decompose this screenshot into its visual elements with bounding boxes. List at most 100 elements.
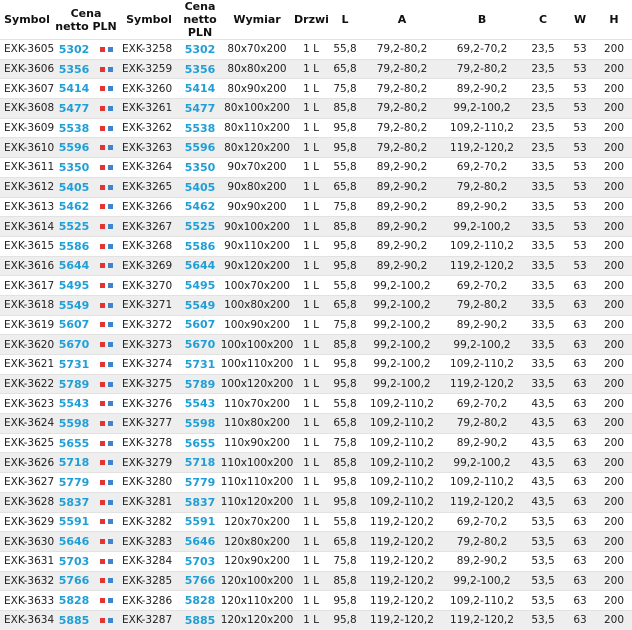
c-cell: 33,5	[522, 354, 565, 375]
b-cell: 99,2-100,2	[442, 216, 523, 237]
symbol-cell: EXK-3612	[0, 176, 54, 197]
a-cell: 89,2-90,2	[362, 235, 443, 257]
table-row: EXK-3621 5731 EXK-3274 5731 100x110x200 1 L 95…	[0, 354, 632, 375]
drzwi-cell: 1 L	[294, 78, 329, 99]
w-cell: 63	[564, 432, 597, 453]
w-cell: 53	[564, 39, 597, 60]
price-2-cell: 5495	[180, 275, 221, 296]
wymiar-cell: 110x70x200	[220, 393, 295, 414]
wymiar-cell: 90x110x200	[220, 235, 295, 257]
flag-cell	[94, 78, 119, 99]
c-cell: 53,5	[522, 609, 565, 630]
red-square-icon	[99, 499, 105, 505]
drzwi-cell: 1 L	[294, 609, 329, 630]
w-cell: 53	[564, 235, 597, 257]
c-cell: 23,5	[522, 137, 565, 158]
flag-cell	[94, 413, 119, 434]
l-cell: 95,8	[328, 373, 363, 394]
a-cell: 109,2-110,2	[362, 393, 443, 414]
blue-square-icon	[107, 617, 113, 623]
blue-square-icon	[107, 46, 113, 52]
b-cell: 99,2-100,2	[442, 98, 523, 119]
l-cell: 65,8	[328, 176, 363, 197]
symbol-2-cell: EXK-3270	[118, 275, 181, 296]
table-row: EXK-3617 5495 EXK-3270 5495 100x70x200 1 L 55,…	[0, 275, 632, 296]
symbol-2-cell: EXK-3262	[118, 117, 181, 138]
red-square-icon	[99, 105, 105, 111]
table-row: EXK-3620 5670 EXK-3273 5670 100x100x200 1 L 85…	[0, 334, 632, 355]
red-square-icon	[99, 224, 105, 230]
blue-square-icon	[107, 539, 113, 545]
h-cell: 200	[596, 452, 632, 473]
price-cell: 5646	[54, 531, 94, 552]
w-cell: 63	[564, 609, 597, 630]
symbol-2-cell: EXK-3264	[118, 157, 181, 178]
red-square-icon	[99, 401, 105, 407]
symbol-2-cell: EXK-3267	[118, 216, 181, 237]
blue-square-icon	[107, 283, 113, 289]
wymiar-cell: 80x70x200	[220, 39, 295, 60]
symbol-cell: EXK-3620	[0, 334, 54, 355]
drzwi-cell: 1 L	[294, 235, 329, 257]
l-cell: 65,8	[328, 294, 363, 316]
blue-square-icon	[107, 479, 113, 485]
h-cell: 200	[596, 235, 632, 257]
w-cell: 63	[564, 472, 597, 493]
price-2-cell: 5655	[180, 432, 221, 453]
price-cell: 5837	[54, 491, 94, 512]
symbol-2-cell: EXK-3265	[118, 176, 181, 197]
w-cell: 53	[564, 78, 597, 99]
b-cell: 89,2-90,2	[442, 432, 523, 453]
red-square-icon	[99, 539, 105, 545]
w-cell: 53	[564, 98, 597, 119]
header-price-2-line2: netto PLN	[183, 13, 217, 39]
flag-cell	[94, 58, 119, 79]
flag-cell	[94, 157, 119, 178]
flag-cell	[94, 570, 119, 591]
table-row: EXK-3612 5405 EXK-3265 5405 90x80x200 1 L 65,8…	[0, 176, 632, 197]
price-cell: 5644	[54, 255, 94, 276]
blue-square-icon	[107, 86, 113, 92]
b-cell: 79,2-80,2	[442, 531, 523, 552]
drzwi-cell: 1 L	[294, 413, 329, 434]
symbol-2-cell: EXK-3258	[118, 39, 181, 60]
h-cell: 200	[596, 531, 632, 552]
l-cell: 55,8	[328, 157, 363, 178]
symbol-cell: EXK-3618	[0, 294, 54, 316]
price-cell: 5477	[54, 98, 94, 119]
wymiar-cell: 80x110x200	[220, 117, 295, 138]
drzwi-cell: 1 L	[294, 432, 329, 453]
l-cell: 85,8	[328, 216, 363, 237]
red-square-icon	[99, 204, 105, 210]
blue-square-icon	[107, 578, 113, 584]
table-row: EXK-3615 5586 EXK-3268 5586 90x110x200 1 L 95,…	[0, 235, 632, 257]
flag-cell	[94, 590, 119, 611]
a-cell: 99,2-100,2	[362, 294, 443, 316]
l-cell: 85,8	[328, 98, 363, 119]
h-cell: 200	[596, 294, 632, 316]
red-square-icon	[99, 322, 105, 328]
blue-square-icon	[107, 598, 113, 604]
blue-square-icon	[107, 243, 113, 249]
h-cell: 200	[596, 472, 632, 493]
price-cell: 5766	[54, 570, 94, 591]
drzwi-cell: 1 L	[294, 354, 329, 375]
c-cell: 33,5	[522, 216, 565, 237]
drzwi-cell: 1 L	[294, 294, 329, 316]
symbol-2-cell: EXK-3285	[118, 570, 181, 591]
symbol-cell: EXK-3630	[0, 531, 54, 552]
b-cell: 109,2-110,2	[442, 354, 523, 375]
w-cell: 63	[564, 373, 597, 394]
flag-cell	[94, 393, 119, 414]
price-2-cell: 5646	[180, 531, 221, 552]
l-cell: 65,8	[328, 531, 363, 552]
a-cell: 89,2-90,2	[362, 216, 443, 237]
h-cell: 200	[596, 373, 632, 394]
symbol-2-cell: EXK-3274	[118, 354, 181, 375]
a-cell: 99,2-100,2	[362, 314, 443, 335]
blue-square-icon	[107, 342, 113, 348]
drzwi-cell: 1 L	[294, 334, 329, 355]
red-square-icon	[99, 361, 105, 367]
blue-square-icon	[107, 224, 113, 230]
price-2-cell: 5837	[180, 491, 221, 512]
